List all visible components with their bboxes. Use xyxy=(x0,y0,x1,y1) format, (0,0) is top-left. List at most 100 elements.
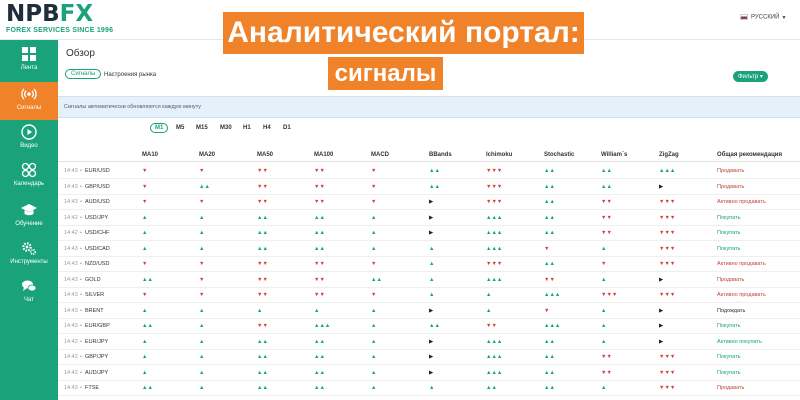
sidebar-item-chat[interactable]: Чат xyxy=(0,274,58,312)
sidebar-item-label: Лента xyxy=(20,65,38,71)
tab-signals[interactable]: Сигналы xyxy=(65,69,102,79)
up-arrow-icon: ▲ xyxy=(371,369,377,376)
up-arrow-icon: ▲▲▲ xyxy=(544,323,561,329)
info-bar: Сигналы автоматически обновляются каждую… xyxy=(58,96,800,118)
up-arrow-icon: ▲ xyxy=(257,307,263,314)
logo-wordmark: NPBFX xyxy=(6,2,114,26)
timeframe-m5[interactable]: M5 xyxy=(176,125,184,131)
row-symbol[interactable]: SILVER xyxy=(85,292,104,298)
up-arrow-icon: ▲ xyxy=(601,276,607,283)
sidebar-item-feed[interactable]: Лента xyxy=(0,42,58,80)
russia-flag-icon xyxy=(740,14,748,20)
column-header: Ichimoku xyxy=(486,152,513,158)
up-arrow-icon: ▲ xyxy=(142,245,148,252)
down-arrow-icon: ▼▼▼ xyxy=(659,230,676,236)
bullet-separator: • xyxy=(80,214,82,221)
table-row[interactable]: 14:43 • GBP/USD ▼ ▲▲ ▼▼ ▼▼ ▼ ▲▲ ▼▼▼ ▲▲ ▲▲ ▶ Продавать xyxy=(58,179,800,195)
bullet-separator: • xyxy=(80,385,82,391)
sidebar-item-calendar[interactable]: Календарь xyxy=(0,158,58,196)
table-row[interactable]: 14:42 • EUR/JPY ▲ ▲ ▲▲ ▲▲ ▲ ▶ ▲▲▲ ▲▲ ▲ ▶ Активно поку… xyxy=(58,334,800,350)
row-time: 14:43 xyxy=(64,168,78,174)
table-row[interactable]: 14:43 • EUR/USD ▼ ▼ ▼▼ ▼▼ ▼ ▲▲ ▼▼▼ ▲▲ ▲▲ ▲▲▲ Продават… xyxy=(58,163,800,179)
bullet-separator: • xyxy=(80,307,82,314)
up-arrow-icon: ▲▲ xyxy=(544,230,555,236)
table-row[interactable]: 14:42 • USD/JPY ▲ ▲ ▲▲ ▲▲ ▲ ▶ ▲▲▲ ▲▲ ▼▼ ▼▼▼ Покупать xyxy=(58,210,800,226)
up-arrow-icon: ▲▲ xyxy=(544,199,555,205)
up-arrow-icon: ▲▲ xyxy=(601,168,612,174)
sidebar-item-education[interactable]: Обучение xyxy=(0,198,58,236)
down-arrow-icon: ▼ xyxy=(544,245,550,252)
bullet-separator: • xyxy=(80,276,82,283)
bullet-separator: • xyxy=(80,230,82,236)
up-arrow-icon: ▲▲ xyxy=(257,369,268,376)
bullet-separator: • xyxy=(80,338,82,345)
up-arrow-icon: ▲ xyxy=(199,307,205,314)
bullet-separator: • xyxy=(80,183,82,190)
timeframe-m1[interactable]: M1 xyxy=(150,123,169,133)
neutral-arrow-icon: ▶ xyxy=(429,338,434,345)
table-row[interactable]: 14:42 • USD/CHF ▲ ▲ ▲▲ ▲▲ ▲ ▶ ▲▲▲ ▲▲ ▼▼ ▼▼▼ Покупать xyxy=(58,225,800,241)
row-symbol[interactable]: EUR/USD xyxy=(85,168,110,174)
up-arrow-icon: ▲▲ xyxy=(544,369,555,376)
row-symbol[interactable]: GBP/USD xyxy=(85,184,110,190)
row-symbol[interactable]: AUD/USD xyxy=(85,199,110,205)
table-row[interactable]: 14:43 • GOLD ▲▲ ▼ ▼▼ ▼▼ ▲▲ ▲ ▲▲▲ ▼▼ ▲ ▶ Продавать xyxy=(58,272,800,288)
up-arrow-icon: ▲ xyxy=(601,245,607,252)
row-symbol[interactable]: GOLD xyxy=(85,277,101,283)
table-row[interactable]: 14:43 • EUR/GBP ▲▲ ▲ ▼▼ ▲▲▲ ▲ ▲▲ ▼▼ ▲▲▲ ▲ ▶ Покупать xyxy=(58,318,800,334)
table-row[interactable]: 14:43 • SILVER ▼ ▼ ▼▼ ▼▼ ▼ ▲ ▲ ▲▲▲ ▼▼▼ ▼▼▼ Активно пр… xyxy=(58,287,800,303)
up-arrow-icon: ▲▲ xyxy=(544,168,555,174)
table-row[interactable]: 14:42 • AUD/JPY ▲ ▲ ▲▲ ▲▲ ▲ ▶ ▲▲▲ ▲▲ ▼▼ ▼▼▼ Покупать xyxy=(58,365,800,381)
row-symbol[interactable]: EUR/JPY xyxy=(85,339,108,345)
timeframe-h4[interactable]: H4 xyxy=(263,125,271,131)
neutral-arrow-icon: ▶ xyxy=(659,276,664,283)
sidebar-item-tools[interactable]: Инструменты xyxy=(0,236,58,274)
row-time: 14:43 xyxy=(64,199,78,205)
row-symbol[interactable]: AUD/JPY xyxy=(85,370,108,376)
table-row[interactable]: 14:43 • BRENT ▲ ▲ ▲ ▲ ▲ ▶ ▲ ▼ ▲ ▶ Подождать xyxy=(58,303,800,319)
row-symbol[interactable]: USD/CAD xyxy=(85,246,110,252)
recommendation: Продавать xyxy=(717,183,745,190)
row-symbol[interactable]: USD/JPY xyxy=(85,215,108,221)
row-symbol[interactable]: EUR/GBP xyxy=(85,323,110,329)
tab-market-sentiment[interactable]: Настроения рынка xyxy=(104,72,156,78)
row-symbol[interactable]: USD/CHF xyxy=(85,230,109,236)
main-content: Обзор Сигналы Настроения рынка Фильтр ▾ … xyxy=(58,40,800,400)
sidebar-item-video[interactable]: Видео xyxy=(0,120,58,158)
up-arrow-icon: ▲▲▲ xyxy=(486,354,503,360)
up-arrow-icon: ▲ xyxy=(199,338,205,345)
timeframe-h1[interactable]: H1 xyxy=(243,125,251,131)
down-arrow-icon: ▼▼▼ xyxy=(486,261,503,267)
up-arrow-icon: ▲▲ xyxy=(257,385,268,391)
filter-button[interactable]: Фильтр ▾ xyxy=(733,71,768,82)
npbfx-logo[interactable]: NPBFX FOREX SERVICES SINCE 1996 xyxy=(6,2,114,36)
row-symbol[interactable]: GBP/JPY xyxy=(85,354,108,360)
table-header: MA10 MA20 MA50 MA100 MACD BBands Ichimoku Stoch… xyxy=(58,148,800,162)
up-arrow-icon: ▲▲ xyxy=(199,183,210,190)
row-symbol[interactable]: FTSE xyxy=(85,385,99,391)
table-row[interactable]: 14:43 • USD/CAD ▲ ▲ ▲▲ ▲▲ ▲ ▲ ▲▲▲ ▼ ▲ ▼▼▼ Покупать xyxy=(58,241,800,257)
timeframe-m15[interactable]: M15 xyxy=(196,125,208,131)
row-symbol[interactable]: BRENT xyxy=(85,308,104,314)
up-arrow-icon: ▲ xyxy=(371,323,377,329)
timeframe-m30[interactable]: M30 xyxy=(220,125,232,131)
row-symbol[interactable]: NZD/USD xyxy=(85,261,109,267)
down-arrow-icon: ▼▼▼ xyxy=(659,214,676,221)
up-arrow-icon: ▲▲ xyxy=(486,385,497,391)
down-arrow-icon: ▼▼ xyxy=(314,261,325,267)
recommendation: Покупать xyxy=(717,214,741,221)
timeframe-d1[interactable]: D1 xyxy=(283,125,291,131)
up-arrow-icon: ▲ xyxy=(142,354,148,360)
table-row[interactable]: 14:43 • AUD/USD ▼ ▼ ▼▼ ▼▼ ▼ ▶ ▼▼▼ ▲▲ ▼▼ ▼▼▼ Активно п… xyxy=(58,194,800,210)
down-arrow-icon: ▼▼ xyxy=(314,183,325,190)
up-arrow-icon: ▲▲ xyxy=(429,323,440,329)
table-row[interactable]: 14:43 • FTSE ▲▲ ▲ ▲▲ ▲▲ ▲ ▲ ▲▲ ▲▲ ▲ ▼▼▼ Продавать xyxy=(58,380,800,396)
up-arrow-icon: ▲▲ xyxy=(257,354,268,360)
down-arrow-icon: ▼ xyxy=(371,168,377,174)
sidebar-nav: Лента Сигналы Видео Календарь Обучение И… xyxy=(0,40,58,400)
sidebar-item-signals[interactable]: Сигналы xyxy=(0,82,58,120)
page-title: Обзор xyxy=(66,48,95,59)
language-selector[interactable]: РУССКИЙ ▼ xyxy=(740,14,786,21)
table-row[interactable]: 14:43 • NZD/USD ▼ ▼ ▼▼ ▼▼ ▼ ▲ ▼▼▼ ▲▲ ▼ ▼▼▼ Активно пр… xyxy=(58,256,800,272)
table-row[interactable]: 14:42 • GBP/JPY ▲ ▲ ▲▲ ▲▲ ▲ ▶ ▲▲▲ ▲▲ ▼▼ ▼▼▼ Покупать xyxy=(58,349,800,365)
